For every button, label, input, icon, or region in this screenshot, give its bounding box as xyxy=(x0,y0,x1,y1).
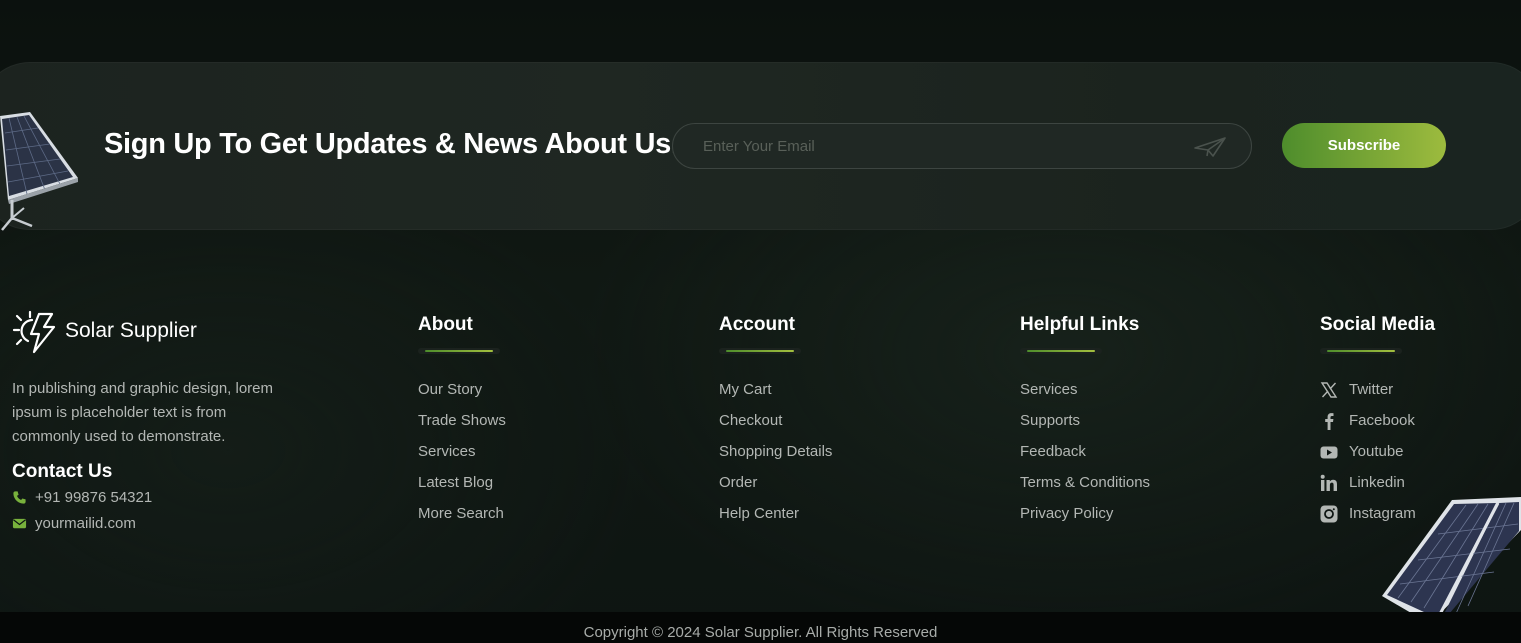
phone-icon xyxy=(13,491,26,504)
footer-link[interactable]: Latest Blog xyxy=(418,467,506,498)
title-underline xyxy=(1320,348,1402,354)
x-twitter-icon xyxy=(1320,381,1338,399)
contact-phone[interactable]: +91 99876 54321 xyxy=(12,489,152,506)
footer-link[interactable]: Trade Shows xyxy=(418,405,506,436)
column-title: Social Media xyxy=(1320,314,1436,335)
copyright-text: Copyright © 2024 Solar Supplier. All Rig… xyxy=(583,624,938,641)
email-field-container[interactable] xyxy=(672,123,1252,169)
brand-name: Solar Supplier xyxy=(65,319,197,342)
footer-column-about: About Our Story Trade Shows Services Lat… xyxy=(418,314,506,529)
social-link-twitter[interactable]: Twitter xyxy=(1320,374,1435,405)
facebook-icon xyxy=(1320,412,1338,430)
solar-bolt-logo-icon xyxy=(12,310,56,354)
column-title: Account xyxy=(719,314,795,335)
footer-link[interactable]: Supports xyxy=(1020,405,1150,436)
social-label: Facebook xyxy=(1349,412,1415,429)
social-label: Twitter xyxy=(1349,381,1394,398)
footer-link[interactable]: My Cart xyxy=(719,374,832,405)
footer-link[interactable]: Terms & Conditions xyxy=(1020,467,1150,498)
footer-link[interactable]: Services xyxy=(418,436,506,467)
phone-text: +91 99876 54321 xyxy=(35,489,153,506)
instagram-icon xyxy=(1320,505,1338,523)
brand-description: In publishing and graphic design, lorem … xyxy=(12,380,273,445)
paper-plane-icon[interactable] xyxy=(1193,136,1227,158)
footer-link[interactable]: Feedback xyxy=(1020,436,1150,467)
contact-title: Contact Us xyxy=(12,461,113,482)
footer-link[interactable]: Our Story xyxy=(418,374,506,405)
solar-panel-image xyxy=(0,112,78,231)
footer-column-helpful-links: Helpful Links Services Supports Feedback… xyxy=(1020,314,1150,529)
subscribe-button[interactable]: Subscribe xyxy=(1282,123,1446,168)
newsletter-title: Sign Up To Get Updates & News About Us.. xyxy=(104,128,687,160)
title-underline xyxy=(719,348,801,354)
social-link-youtube[interactable]: Youtube xyxy=(1320,436,1435,467)
email-input[interactable] xyxy=(703,124,1183,168)
title-underline xyxy=(1020,348,1102,354)
footer-link[interactable]: Order xyxy=(719,467,832,498)
column-title: Helpful Links xyxy=(1020,314,1140,335)
title-underline xyxy=(418,348,500,354)
footer-link[interactable]: Checkout xyxy=(719,405,832,436)
footer-link[interactable]: More Search xyxy=(418,498,506,529)
email-text: yourmailid.com xyxy=(35,515,136,532)
linkedin-icon xyxy=(1320,474,1338,492)
footer-link[interactable]: Privacy Policy xyxy=(1020,498,1150,529)
column-title: About xyxy=(418,314,473,335)
footer-link[interactable]: Help Center xyxy=(719,498,832,529)
social-link-facebook[interactable]: Facebook xyxy=(1320,405,1435,436)
social-label: Linkedin xyxy=(1349,474,1405,491)
social-label: Youtube xyxy=(1349,443,1404,460)
footer-link[interactable]: Services xyxy=(1020,374,1150,405)
footer-link[interactable]: Shopping Details xyxy=(719,436,832,467)
mail-icon xyxy=(12,518,27,529)
youtube-icon xyxy=(1320,443,1338,461)
footer-column-account: Account My Cart Checkout Shopping Detail… xyxy=(719,314,832,529)
contact-email[interactable]: yourmailid.com xyxy=(12,515,136,532)
